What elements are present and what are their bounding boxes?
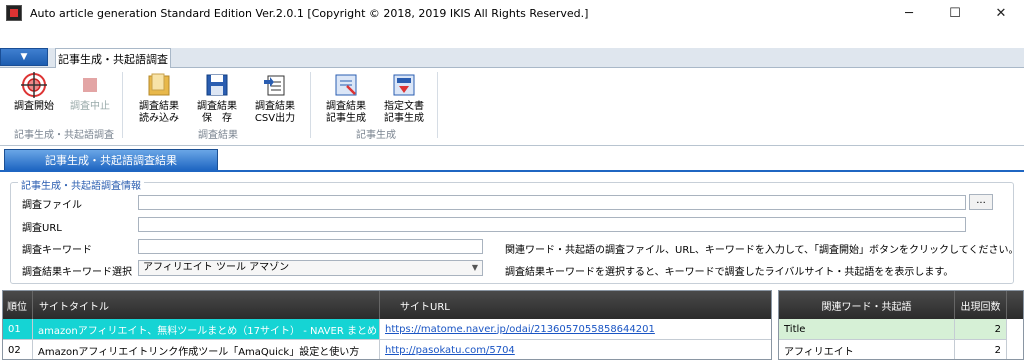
save-results-button[interactable]: 調査結果 保 存 [189,72,245,125]
save-results-label-1: 調査結果 [197,101,237,112]
file-label: 調査ファイル [22,200,82,211]
generate-from-document-button[interactable]: 指定文書 記事生成 [376,72,432,125]
start-survey-label: 調査開始 [14,101,54,112]
group-label-generate: 記事生成 [356,130,396,141]
chevron-down-icon: ▼ [471,263,478,272]
col-word[interactable]: 関連ワード・共起語 [779,291,955,319]
col-url[interactable]: サイトURL [380,291,771,319]
load-results-label-2: 読み込み [139,113,179,124]
csv-export-label-1: 調査結果 [255,101,295,112]
article-generate-icon [335,74,357,96]
load-results-label-1: 調査結果 [139,101,179,112]
group-label-survey: 記事生成・共起語調査 [14,130,114,141]
count-cell: 2 [955,319,1007,340]
result-keyword-select[interactable]: アフィリエイト ツール アマゾン ▼ [138,260,483,276]
hint-survey: 関連ワード・共起語の調査ファイル、URL、キーワードを入力して、「調査開始」ボタ… [505,245,1019,256]
file-field[interactable] [138,195,966,210]
rank-cell: 02 [3,340,33,359]
generate-from-results-button[interactable]: 調査結果 記事生成 [318,72,374,125]
app-icon [6,5,22,21]
url-link[interactable]: https://matome.naver.jp/odai/21360570558… [385,324,655,335]
hint-select: 調査結果キーワードを選択すると、キーワードで調査したライバルサイト・共起語をを表… [505,267,954,278]
keyword-field[interactable] [138,239,483,254]
col-count[interactable]: 出現回数 [955,291,1007,319]
list-item[interactable]: アフィリエイト 2 [779,340,1023,359]
title-cell: Amazonアフィリエイトリンク作成ツール「AmaQuick」設定と使い方 [33,340,380,359]
generate-from-document-label-1: 指定文書 [384,101,424,112]
generate-from-document-label-2: 記事生成 [384,113,424,124]
browse-button[interactable]: ... [969,194,993,210]
url-label: 調査URL [22,223,62,234]
document-generate-icon [393,74,415,96]
csv-export-icon [264,75,285,96]
group-title: 記事生成・共起語調査情報 [18,177,144,192]
related-words-table: 関連ワード・共起語 出現回数 Title 2 アフィリエイト 2 [778,290,1024,360]
rank-cell: 01 [3,319,33,340]
result-keyword-value: アフィリエイト ツール アマゾン [143,262,290,273]
list-item[interactable]: Title 2 [779,319,1023,340]
url-field[interactable] [138,217,966,232]
keyword-label: 調査キーワード [22,245,92,256]
title-bar: Auto article generation Standard Edition… [0,0,1024,26]
stop-survey-button[interactable]: 調査中止 [62,72,118,113]
floppy-icon [206,74,228,96]
target-icon [21,72,47,98]
csv-export-button[interactable]: 調査結果 CSV出力 [247,72,303,125]
tab-article-generation[interactable]: 記事生成・共起語調査 [55,48,171,69]
save-results-label-2: 保 存 [202,113,232,124]
col-filler [1007,291,1023,319]
url-link[interactable]: http://pasokatu.com/5704 [385,345,515,356]
stop-icon [83,78,97,92]
table-row[interactable]: 01 amazonアフィリエイト、無料ツールまとめ（17サイト） - NAVER… [3,319,771,340]
table-row[interactable]: 02 Amazonアフィリエイトリンク作成ツール「AmaQuick」設定と使い方… [3,340,771,359]
minimize-button[interactable]: ─ [886,0,932,26]
results-table: 順位 サイトタイトル サイトURL 01 amazonアフィリエイト、無料ツール… [2,290,772,360]
result-keyword-label: 調査結果キーワード選択 [22,267,132,278]
count-cell: 2 [955,340,1007,359]
col-title[interactable]: サイトタイトル [33,291,380,319]
word-cell: アフィリエイト [779,340,955,359]
ribbon: 調査開始 調査中止 調査結果 読み込み 調査結果 保 存 調査結果 CSV出力 … [0,68,1024,146]
generate-from-results-label-2: 記事生成 [326,113,366,124]
stop-survey-label: 調査中止 [70,101,110,112]
generate-from-results-label-1: 調査結果 [326,101,366,112]
close-button[interactable]: ✕ [978,0,1024,26]
tab-survey-results[interactable]: 記事生成・共起語調査結果 [4,149,218,171]
word-cell: Title [779,319,955,340]
col-rank[interactable]: 順位 [3,291,33,319]
window-title: Auto article generation Standard Edition… [30,6,589,20]
title-cell: amazonアフィリエイト、無料ツールまとめ（17サイト） - NAVER まと… [33,319,380,340]
csv-export-label-2: CSV出力 [254,113,296,124]
maximize-button[interactable]: ☐ [932,0,978,26]
folder-icon [148,73,170,96]
group-label-results: 調査結果 [198,130,238,141]
start-survey-button[interactable]: 調査開始 [6,72,62,113]
load-results-button[interactable]: 調査結果 読み込み [131,72,187,125]
app-menu-button[interactable]: ▼ [0,48,48,66]
